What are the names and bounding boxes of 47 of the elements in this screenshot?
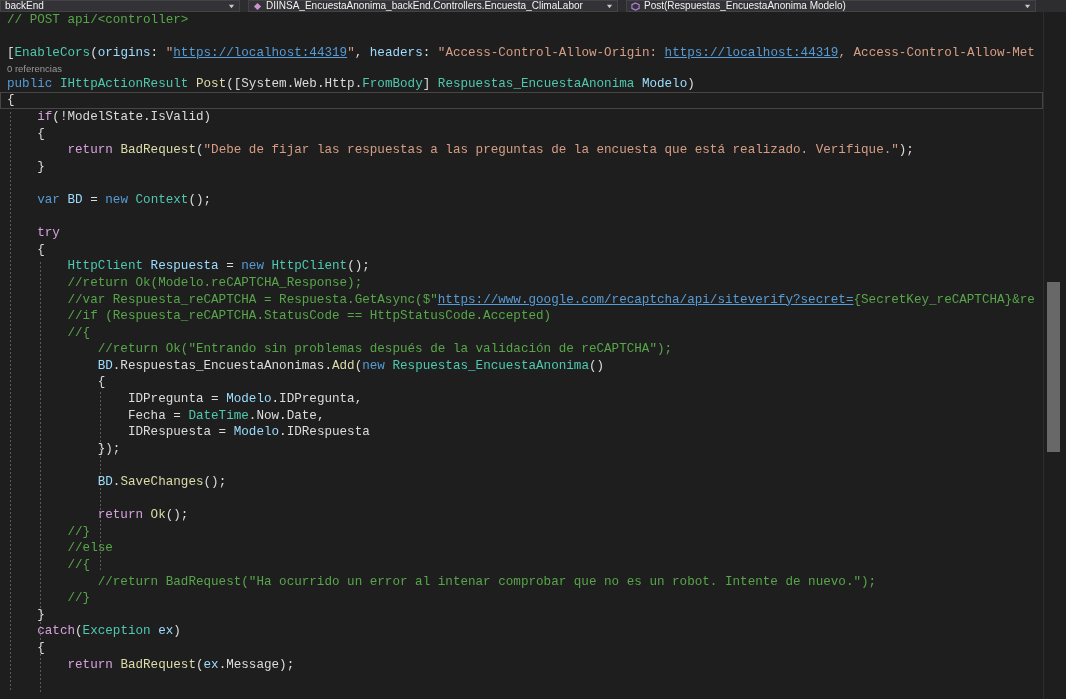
code-line: BD.Respuestas_EncuestaAnonimas.Add(new Respuestas_EncuestaAnonima() xyxy=(96,357,606,375)
code-line: //return BadRequest("Ha ocurrido un error al intenar comprobar que no es un robot. Intente de nuevo."); xyxy=(96,573,878,591)
reference-count[interactable]: 0 referencias xyxy=(7,61,1043,76)
code-line: //return Ok(Modelo.reCAPTCHA_Response); xyxy=(66,274,364,292)
code-line: try xyxy=(36,225,61,242)
code-link[interactable]: https://localhost:44319 xyxy=(173,46,348,61)
code-link[interactable]: https://www.google.com/recaptcha/api/siteverify?secret= xyxy=(437,292,854,307)
code-line: //else xyxy=(66,540,114,557)
code-line: return Ok(); xyxy=(96,507,190,524)
navigation-dropdown[interactable]: Post(Respuestas_EncuestaAnonima Modelo) xyxy=(626,0,1036,12)
code-line: //} xyxy=(66,590,92,607)
code-line: { xyxy=(36,241,46,259)
caret-icon xyxy=(606,2,613,10)
code-line: //var Respuesta_reCAPTCHA = Respuesta.GetAsync($"https://www.google.com/recaptcha/api/siteverify?secret={SecretKey_reCAPTCHA}&re xyxy=(66,291,1036,309)
code-line: //if (Respuesta_reCAPTCHA.StatusCode == HttpStatusCode.Accepted) xyxy=(66,308,553,325)
code-line: var BD = new Context(); xyxy=(36,191,213,209)
cube-icon xyxy=(631,1,640,11)
code-line: IDRespuesta = Modelo.IDRespuesta xyxy=(126,424,371,441)
code-line: return BadRequest("Debe de fijar las respuestas a las preguntas de la encuesta que está realizado. Verifique."); xyxy=(66,142,915,159)
code-line: } xyxy=(36,158,46,176)
code-line: public IHttpActionResult Post([System.Web.Http.FromBody] Respuestas_EncuestaAnonima Modelo) xyxy=(7,75,696,93)
code-line: //} xyxy=(66,523,92,541)
code-line: IDPregunta = Modelo.IDPregunta, xyxy=(126,391,364,408)
code-line: }); xyxy=(96,440,122,458)
code-line: { xyxy=(36,125,46,143)
code-line: //return Ok("Entrando sin problemas después de la validación de reCAPTCHA"); xyxy=(96,341,674,358)
code-line: //{ xyxy=(66,324,92,342)
code-line: // POST api/<controller> xyxy=(7,12,190,29)
caret-icon xyxy=(1024,2,1031,10)
code-line: } xyxy=(36,606,46,624)
code-line: [EnableCors(origins: "https://localhost:44319", headers: "Access-Control-Allow-Origin: https://localhost:44319, Access-Control-Allow-Met xyxy=(7,45,1036,62)
caret-icon xyxy=(228,2,235,10)
scrollbar-thumb[interactable] xyxy=(1047,282,1060,452)
navigation-dropdown[interactable]: backEnd xyxy=(0,0,240,12)
code-line: BD.SaveChanges(); xyxy=(96,474,228,491)
code-link[interactable]: https://localhost:44319 xyxy=(664,46,839,61)
code-line: return BadRequest(ex.Message); xyxy=(66,656,296,674)
code-line: { xyxy=(36,639,46,657)
navigation-dropdown[interactable]: DIINSA_EncuestaAnonima_backEnd.Controllers.Encuesta_ClimaLabor xyxy=(248,0,618,12)
code-line: HttpClient Respuesta = new HttpClient(); xyxy=(66,258,371,275)
class-icon xyxy=(253,1,262,11)
code-line: //{ xyxy=(66,557,92,574)
code-line: { xyxy=(0,92,1043,109)
code-line: { xyxy=(96,374,107,392)
code-line: catch(Exception ex) xyxy=(36,623,182,640)
code-line: if(!ModelState.IsValid) xyxy=(36,108,213,126)
code-line: Fecha = DateTime.Now.Date, xyxy=(126,407,326,425)
